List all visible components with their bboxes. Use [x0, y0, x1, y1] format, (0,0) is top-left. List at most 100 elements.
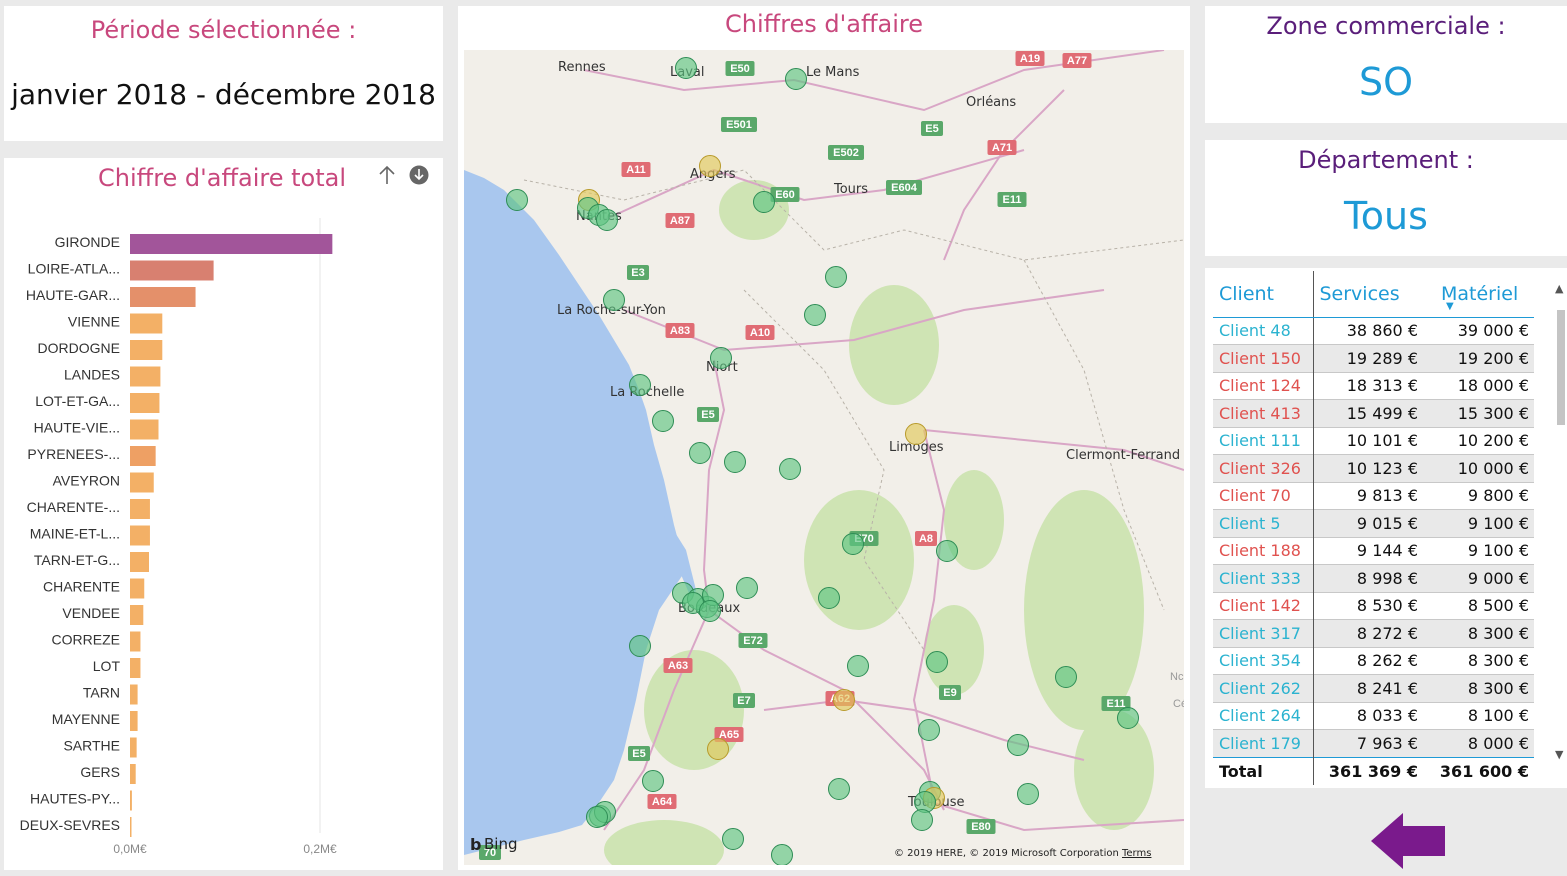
- bar-category-label: VIENNE: [68, 314, 120, 330]
- bar[interactable]: [130, 446, 156, 466]
- map-data-point[interactable]: [736, 577, 758, 599]
- map-data-point[interactable]: [652, 410, 674, 432]
- map-data-point[interactable]: [586, 806, 608, 828]
- map-data-point[interactable]: [699, 155, 721, 177]
- map-data-point[interactable]: [722, 828, 744, 850]
- bar[interactable]: [130, 472, 154, 493]
- map-data-point[interactable]: [771, 844, 793, 866]
- column-header-materiel[interactable]: Matériel ▼: [1423, 271, 1534, 318]
- bar[interactable]: [130, 340, 163, 360]
- cell-materiel: 8 300 €: [1423, 674, 1534, 702]
- table-row[interactable]: Client 326 10 123 €10 000 €: [1213, 454, 1534, 482]
- map-data-point[interactable]: [629, 635, 651, 657]
- bar[interactable]: [130, 605, 144, 625]
- table-row[interactable]: Client 264 8 033 €8 100 €: [1213, 701, 1534, 730]
- map-data-point[interactable]: [724, 451, 746, 473]
- cell-materiel: 8 300 €: [1423, 619, 1534, 647]
- bar[interactable]: [130, 737, 137, 758]
- bar[interactable]: [130, 631, 141, 652]
- bar[interactable]: [130, 578, 145, 599]
- map-data-point[interactable]: [828, 778, 850, 800]
- map-data-point[interactable]: [918, 719, 940, 741]
- bar[interactable]: [130, 711, 138, 731]
- bar[interactable]: [130, 764, 136, 784]
- table-row[interactable]: Client 150 19 289 €19 200 €: [1213, 344, 1534, 372]
- client-table-card: Client Services Matériel ▼ Client 48 38 8…: [1205, 268, 1567, 788]
- map-data-point[interactable]: [833, 689, 855, 711]
- map-data-point[interactable]: [804, 304, 826, 326]
- table-row[interactable]: Client 413 15 499 €15 300 €: [1213, 399, 1534, 427]
- map-data-point[interactable]: [689, 442, 711, 464]
- map-data-point[interactable]: [1055, 666, 1077, 688]
- bar[interactable]: [130, 393, 160, 413]
- scroll-up-icon[interactable]: ▲: [1555, 282, 1563, 295]
- bar[interactable]: [130, 684, 138, 705]
- map-data-point[interactable]: [596, 209, 618, 231]
- bar[interactable]: [130, 525, 150, 546]
- map-data-point[interactable]: [710, 347, 732, 369]
- map-data-point[interactable]: [936, 540, 958, 562]
- bar[interactable]: [130, 552, 149, 572]
- map-data-point[interactable]: [1007, 734, 1029, 756]
- cell-services: 9 015 €: [1312, 509, 1423, 537]
- table-row[interactable]: Client 188 9 144 €9 100 €: [1213, 536, 1534, 565]
- bar[interactable]: [130, 499, 150, 519]
- table-row[interactable]: Client 179 7 963 €8 000 €: [1213, 729, 1534, 757]
- map-data-point[interactable]: [1017, 783, 1039, 805]
- map-data-point[interactable]: [818, 587, 840, 609]
- bar[interactable]: [130, 260, 214, 281]
- bar[interactable]: [130, 234, 333, 254]
- cell-services: 8 033 €: [1312, 701, 1423, 730]
- cell-client: Client 142: [1213, 591, 1313, 620]
- drill-down-icon[interactable]: [408, 164, 430, 186]
- bar[interactable]: [130, 419, 159, 440]
- map-data-point[interactable]: [642, 770, 664, 792]
- map-data-point[interactable]: [629, 374, 651, 396]
- bar[interactable]: [130, 366, 161, 387]
- map-data-point[interactable]: [785, 68, 807, 90]
- map-data-point[interactable]: [847, 655, 869, 677]
- table-row[interactable]: Client 70 9 813 €9 800 €: [1213, 481, 1534, 510]
- map-data-point[interactable]: [905, 423, 927, 445]
- map-data-point[interactable]: [675, 57, 697, 79]
- table-row[interactable]: Client 262 8 241 €8 300 €: [1213, 674, 1534, 702]
- table-row[interactable]: Client 111 10 101 €10 200 €: [1213, 426, 1534, 455]
- map-view[interactable]: A19 A77 E50 E501 E5 A71 E502 A11 E60 E604 E11 A87 E3…: [464, 50, 1184, 865]
- table-row[interactable]: Client 333 8 998 €9 000 €: [1213, 564, 1534, 592]
- table-row[interactable]: Client 142 8 530 €8 500 €: [1213, 591, 1534, 620]
- bar[interactable]: [130, 287, 196, 307]
- map-data-point[interactable]: [707, 738, 729, 760]
- map-road-label: A71: [992, 142, 1012, 154]
- bar[interactable]: [130, 817, 132, 837]
- map-data-point[interactable]: [914, 791, 936, 813]
- table-row[interactable]: Client 124 18 313 €18 000 €: [1213, 371, 1534, 400]
- map-data-point[interactable]: [842, 533, 864, 555]
- map-data-point[interactable]: [825, 266, 847, 288]
- table-row[interactable]: Client 48 38 860 €39 000 €: [1213, 316, 1534, 345]
- table-row[interactable]: Client 354 8 262 €8 300 €: [1213, 646, 1534, 675]
- map-data-point[interactable]: [926, 651, 948, 673]
- table-scrollbar-thumb[interactable]: [1557, 310, 1565, 425]
- bar[interactable]: [130, 658, 141, 678]
- map-data-point[interactable]: [1117, 707, 1139, 729]
- map-data-point[interactable]: [506, 189, 528, 211]
- bar[interactable]: [130, 790, 132, 811]
- map-data-point[interactable]: [911, 809, 933, 831]
- map-data-point[interactable]: [753, 191, 775, 213]
- table-row[interactable]: Client 59 015 €9 100 €: [1213, 509, 1534, 537]
- map-data-point[interactable]: [603, 289, 625, 311]
- cell-materiel: 9 000 €: [1423, 564, 1534, 592]
- map-terms-link[interactable]: Terms: [1121, 848, 1151, 859]
- bar-category-label: HAUTE-GAR...: [26, 287, 120, 303]
- map-data-point[interactable]: [699, 600, 721, 622]
- sort-ascending-icon[interactable]: [377, 164, 397, 186]
- column-header-services[interactable]: Services: [1312, 271, 1423, 318]
- back-arrow-button[interactable]: [1371, 813, 1447, 869]
- map-road-label: E80: [971, 821, 991, 833]
- table-row[interactable]: Client 317 8 272 €8 300 €: [1213, 619, 1534, 647]
- column-header-client[interactable]: Client: [1213, 271, 1313, 318]
- bar[interactable]: [130, 313, 163, 334]
- bar-chart: GIRONDE LOIRE-ATLA... HAUTE-GAR... VIENNE DO…: [20, 218, 337, 856]
- map-data-point[interactable]: [779, 458, 801, 480]
- scroll-down-icon[interactable]: ▼: [1555, 748, 1563, 761]
